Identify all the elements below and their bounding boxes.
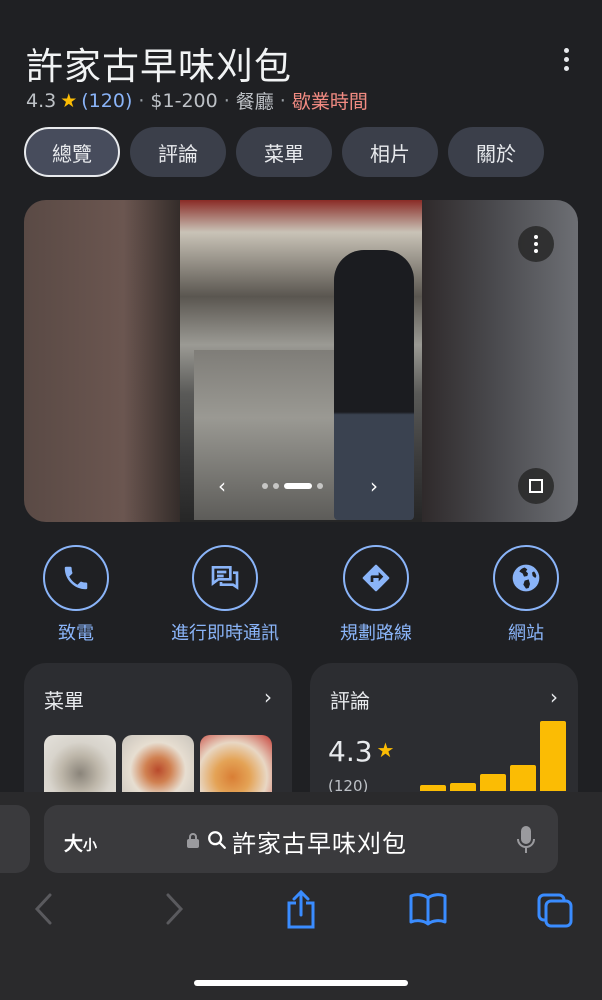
chat-icon [192,545,258,611]
rating-bar-1-star [420,785,446,791]
website-label: 網站 [508,623,544,644]
chevron-right-icon[interactable]: › [550,685,558,709]
lock-icon [187,833,199,848]
reviews-rating: 4.3 ★ [328,735,395,768]
separator: · [138,89,145,112]
rating-value: 4.3 [26,89,57,112]
rating-bar-4-star [510,765,536,791]
tab-about[interactable]: 關於 [448,127,544,177]
tab-overview[interactable]: 總覽 [24,127,120,177]
browser-toolbar: 大小 許家古早味刈包 [0,792,602,1000]
previous-tab-preview[interactable] [0,805,30,873]
bookmarks-icon[interactable] [408,892,448,926]
carousel-indicator [262,483,323,489]
place-title: 許家古早味刈包 [26,45,292,88]
search-icon [208,831,226,849]
microphone-icon[interactable] [516,825,536,855]
call-button[interactable]: 致電 [26,545,126,645]
place-meta: 4.3 ★ (120) · $1-200 · 餐廳 · 歇業時間 [26,87,368,114]
more-options-icon[interactable] [554,48,578,78]
tab-photos[interactable]: 相片 [342,127,438,177]
review-count-link[interactable]: (120) [81,90,132,112]
rating-bar-2-star [450,783,476,791]
text-size-button[interactable]: 大小 [64,829,97,856]
tabs-icon[interactable] [536,892,574,928]
fullscreen-icon[interactable] [518,468,554,504]
chat-button[interactable]: 進行即時通訊 [160,545,290,645]
hours-status[interactable]: 歇業時間 [292,87,368,114]
photo-carousel[interactable]: ‹ › [24,200,578,522]
directions-label: 規劃路線 [340,623,412,644]
forward-icon[interactable] [162,892,186,926]
separator: · [223,89,230,112]
chevron-right-icon[interactable]: › [370,474,378,498]
phone-icon [43,545,109,611]
menu-card-title: 菜單 [44,689,84,713]
photo-cart [194,350,344,520]
directions-button[interactable]: 規劃路線 [326,545,426,645]
rating-bar-5-star [540,721,566,791]
back-icon[interactable] [32,892,56,926]
rating-bar-3-star [480,774,506,791]
address-bar[interactable]: 大小 許家古早味刈包 [44,805,558,873]
photo-more-icon[interactable] [518,226,554,262]
reviews-card-title: 評論 [330,689,370,713]
tab-bar: 總覽 評論 菜單 相片 關於 [24,127,544,177]
share-icon[interactable] [284,889,318,929]
price-range: $1-200 [150,89,218,112]
url-text[interactable]: 許家古早味刈包 [232,824,407,859]
category: 餐廳 [235,91,274,113]
tab-reviews[interactable]: 評論 [130,127,226,177]
chat-label: 進行即時通訊 [171,623,279,644]
chevron-left-icon[interactable]: ‹ [218,474,226,498]
home-indicator[interactable] [194,980,408,986]
globe-icon [493,545,559,611]
directions-icon [343,545,409,611]
website-button[interactable]: 網站 [476,545,576,645]
separator: · [279,89,286,112]
star-icon: ★ [376,738,395,762]
chevron-right-icon[interactable]: › [264,685,272,709]
star-icon: ★ [60,89,78,112]
tab-menu[interactable]: 菜單 [236,127,332,177]
call-label: 致電 [58,623,94,644]
